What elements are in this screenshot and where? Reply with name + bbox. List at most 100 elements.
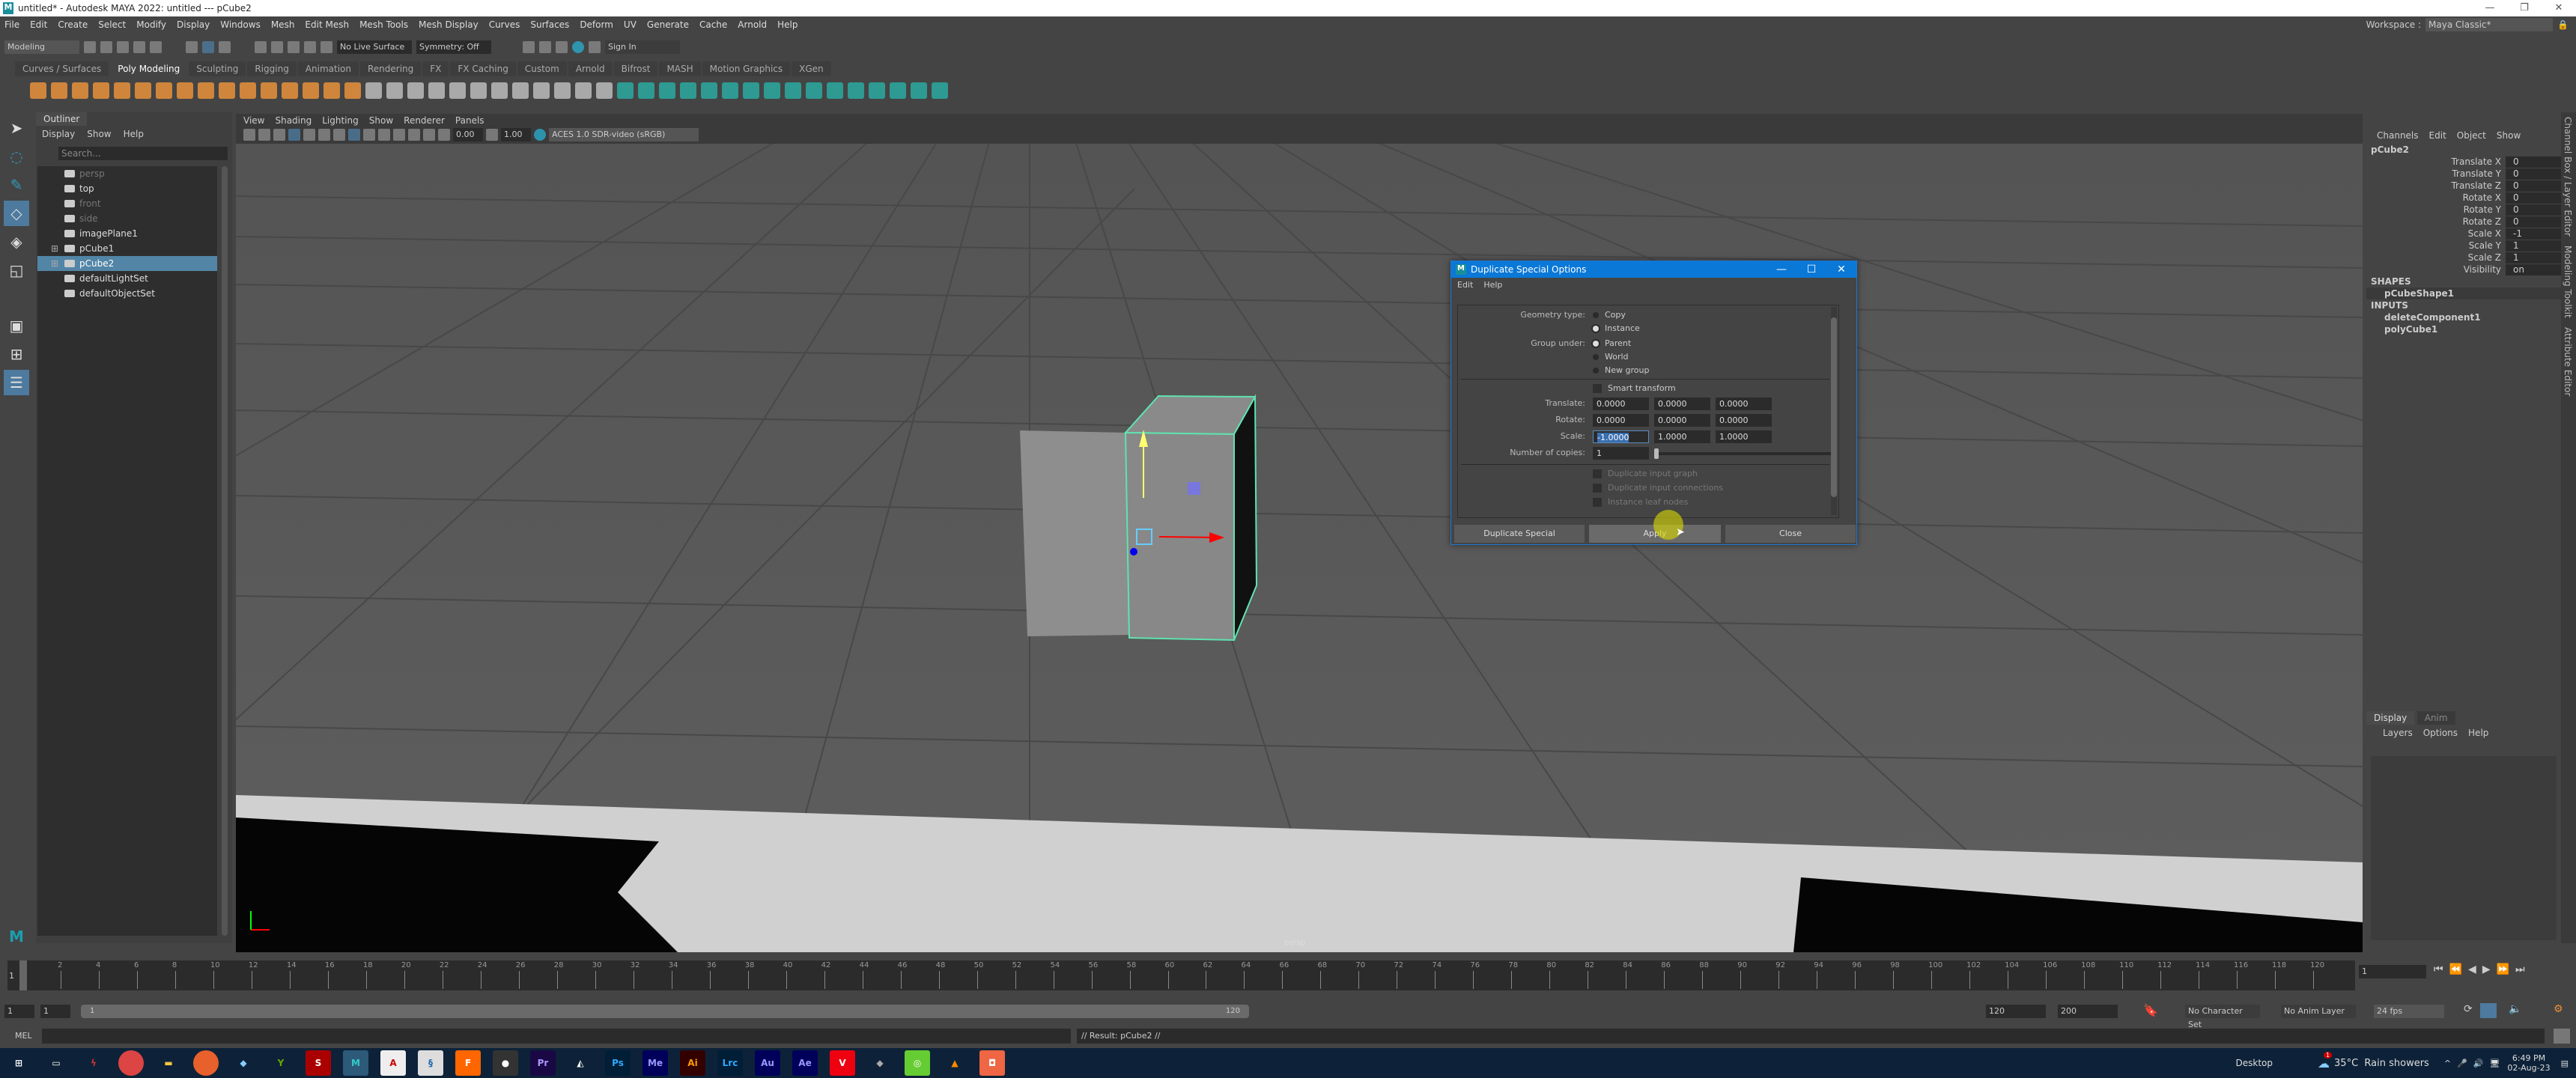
menu-generate[interactable]: Generate [647, 19, 689, 30]
select-tool-icon[interactable]: ➤ [4, 115, 29, 141]
channel-row[interactable]: Visibility on [2366, 264, 2561, 275]
paint-select-tool-icon[interactable]: ✎ [4, 172, 29, 198]
tab-custom[interactable]: Custom [517, 61, 567, 76]
menu-arnold[interactable]: Arnold [738, 19, 767, 30]
app-icon[interactable]: ◘ [979, 1050, 1005, 1076]
translate-y-field[interactable]: 0.0000 [1654, 398, 1710, 410]
shelf-tool-icon[interactable] [72, 82, 88, 99]
app-icon[interactable]: F [455, 1050, 481, 1076]
menu-mesh-display[interactable]: Mesh Display [419, 19, 479, 30]
gamma-field[interactable]: 1.00 [501, 128, 531, 141]
tab-bifrost[interactable]: Bifrost [613, 61, 658, 76]
shelf-tool-icon[interactable] [491, 82, 508, 99]
outliner-menu-help[interactable]: Help [124, 129, 144, 139]
app-chrome-icon[interactable] [118, 1050, 144, 1076]
app-davinci-icon[interactable]: ● [493, 1050, 518, 1076]
viewport-menu-panels[interactable]: Panels [455, 115, 484, 126]
microphone-icon[interactable]: 🎤 [2457, 1059, 2467, 1068]
app-illustrator-icon[interactable]: Ai [680, 1050, 705, 1076]
shelf-tool-icon[interactable] [911, 82, 927, 99]
menu-mesh[interactable]: Mesh [271, 19, 295, 30]
smart-transform-checkbox[interactable]: Smart transform [1593, 383, 1676, 393]
duplicate-input-connections-checkbox[interactable]: Duplicate input connections [1593, 483, 1723, 493]
menu-mesh-tools[interactable]: Mesh Tools [359, 19, 408, 30]
copies-slider-handle[interactable] [1654, 448, 1659, 459]
menu-edit[interactable]: Edit [30, 19, 47, 30]
shelf-tool-icon[interactable] [198, 82, 214, 99]
desktop-toolbar[interactable]: Desktop [2236, 1058, 2273, 1068]
loop-icon[interactable]: ⟳ [2464, 1003, 2473, 1015]
app-inkscape-icon[interactable]: ◭ [568, 1050, 593, 1076]
camera-lock-icon[interactable] [258, 129, 270, 141]
dialog-menu-help[interactable]: Help [1483, 280, 1502, 290]
shelf-tool-icon[interactable] [219, 82, 235, 99]
shelf-tool-icon[interactable] [890, 82, 906, 99]
volume-icon[interactable]: 🔊 [2473, 1059, 2484, 1068]
viewport-menu-view[interactable]: View [243, 115, 264, 126]
tab-anim[interactable]: Anim [2416, 711, 2455, 725]
outliner-menu-display[interactable]: Display [42, 129, 75, 139]
outliner-item[interactable]: top [37, 181, 217, 196]
shelf-tool-icon[interactable] [51, 82, 67, 99]
tab-display[interactable]: Display [2366, 711, 2415, 725]
menu-deform[interactable]: Deform [580, 19, 613, 30]
app-maya-icon[interactable]: M [343, 1050, 368, 1076]
ipr-render-icon[interactable] [539, 41, 551, 53]
shelf-tool-icon[interactable] [827, 82, 843, 99]
start-time-field[interactable]: 1 [4, 1005, 34, 1018]
anim-start-field[interactable]: 1 [40, 1005, 70, 1018]
rotate-tool-icon[interactable]: ◈ [4, 229, 29, 255]
app-vlc-icon[interactable]: ▲ [942, 1050, 967, 1076]
scale-z-field[interactable]: 1.0000 [1716, 430, 1772, 443]
shelf-tool-icon[interactable] [701, 82, 717, 99]
tray-chevron-icon[interactable]: ^ [2444, 1059, 2451, 1068]
shelf-tool-icon[interactable] [932, 82, 948, 99]
input-node[interactable]: polyCube1 [2366, 323, 2561, 335]
dialog-minimize-button[interactable]: — [1767, 261, 1796, 278]
shelf-tool-icon[interactable] [638, 82, 654, 99]
outliner-tab[interactable]: Outliner [36, 112, 88, 126]
channel-value[interactable]: 0 [2506, 156, 2561, 168]
shelf-tool-icon[interactable] [282, 82, 298, 99]
go-to-start-icon[interactable]: ⏮ [2434, 963, 2443, 975]
scale-x-field[interactable]: -1.0000 [1593, 430, 1649, 443]
exposure-field[interactable]: 0.00 [453, 128, 483, 141]
channel-value[interactable]: 0 [2506, 216, 2561, 228]
menu-windows[interactable]: Windows [220, 19, 261, 30]
copies-slider[interactable] [1654, 448, 1834, 459]
channel-value[interactable]: 0 [2506, 192, 2561, 204]
outliner-menu-show[interactable]: Show [87, 129, 111, 139]
outliner-item[interactable]: persp [37, 166, 217, 181]
channel-row[interactable]: Rotate Z 0 [2366, 216, 2561, 228]
viewport-panel[interactable]: View Shading Lighting Show Renderer Panels 0.… [236, 114, 2363, 952]
shelf-tool-icon[interactable] [303, 82, 319, 99]
shelf-tool-icon[interactable] [449, 82, 466, 99]
lasso-tool-icon[interactable]: ◌ [4, 144, 29, 169]
color-management-icon[interactable] [534, 129, 546, 141]
shape-node[interactable]: pCubeShape1 [2366, 287, 2561, 299]
3d-scene[interactable]: persp [236, 144, 2363, 952]
time-slider[interactable]: 2 4 6 8 10 12 14 16 18 20 22 24 26 28 30 32 34 36 38 40 42 44… [0, 954, 2576, 996]
undo-icon[interactable] [133, 41, 145, 53]
anim-end-field[interactable]: 200 [2058, 1005, 2118, 1018]
channel-row[interactable]: Rotate X 0 [2366, 192, 2561, 204]
menu-help[interactable]: Help [777, 19, 798, 30]
viewport-menu-shading[interactable]: Shading [275, 115, 312, 126]
rotate-z-field[interactable]: 0.0000 [1716, 414, 1772, 427]
action-center-icon[interactable]: ▤ [2561, 1059, 2569, 1068]
workspace-dropdown[interactable]: Maya Classic* [2425, 18, 2554, 31]
side-tab-channel-box-layer-editor[interactable]: Channel Box / Layer Editor [2561, 112, 2575, 241]
snap-view-icon[interactable] [304, 41, 316, 53]
rotate-x-field[interactable]: 0.0000 [1593, 414, 1649, 427]
translate-z-field[interactable]: 0.0000 [1716, 398, 1772, 410]
snap-surface-icon[interactable] [321, 41, 332, 53]
shelf-tool-icon[interactable] [386, 82, 403, 99]
tab-rendering[interactable]: Rendering [360, 61, 422, 76]
move-tool-icon[interactable]: ◇ [4, 201, 29, 226]
tab-mash[interactable]: MASH [659, 61, 701, 76]
smooth-shade-icon[interactable] [348, 129, 360, 141]
app-flash-icon[interactable]: ϟ [81, 1050, 106, 1076]
app-media-encoder-icon[interactable]: Me [643, 1050, 668, 1076]
minimize-button[interactable]: — [2473, 0, 2507, 16]
snap-point-icon[interactable] [288, 41, 300, 53]
